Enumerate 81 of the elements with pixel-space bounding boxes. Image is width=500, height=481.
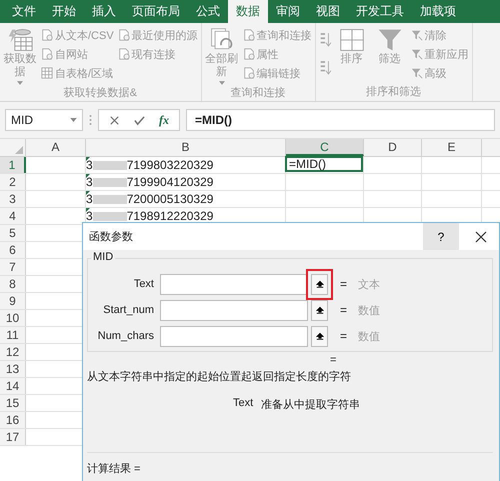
filter-icon: [376, 27, 403, 53]
table-cell-text: 3 7199803220329: [86, 157, 214, 173]
row-header[interactable]: 1: [0, 157, 26, 173]
upload-arrow-icon: [316, 306, 324, 314]
equals-sign: =: [340, 329, 348, 343]
row-header[interactable]: 17: [0, 429, 26, 445]
table-cell-text: 3 7200005130329: [86, 191, 214, 207]
document-icon: [118, 48, 130, 60]
table-cell-text: 3 7198912220329: [86, 208, 214, 224]
row-header[interactable]: 9: [0, 293, 26, 309]
document-icon: [118, 29, 130, 41]
redaction-mark: [92, 194, 127, 204]
row-header[interactable]: 2: [0, 174, 26, 190]
collapse-button[interactable]: [311, 326, 328, 346]
equals-sign: =: [340, 277, 348, 291]
group-label: 查询和连接: [230, 86, 287, 101]
document-icon: [242, 48, 255, 60]
row-header[interactable]: 10: [0, 310, 26, 326]
row-header[interactable]: 7: [0, 259, 26, 275]
funnel-icon: [410, 67, 423, 79]
function-description: 从文本字符串中指定的起始位置起返回指定长度的字符: [87, 370, 352, 384]
row-header[interactable]: 15: [0, 395, 26, 411]
equals-sign: =: [329, 354, 338, 366]
result-label: 计算结果 =: [87, 462, 142, 476]
group-label: 排序和筛选: [365, 84, 422, 100]
funnel-icon: [410, 29, 423, 41]
argument-label: Num_chars: [96, 330, 155, 342]
row-header[interactable]: 13: [0, 361, 26, 377]
collapse-button[interactable]: [311, 274, 328, 294]
upload-arrow-icon: [316, 280, 324, 288]
column-header[interactable]: E: [422, 139, 482, 156]
formula-field[interactable]: =MID(): [186, 109, 495, 131]
argument-type: 数值: [358, 304, 380, 318]
document-icon: [242, 29, 255, 41]
argument-label: Start_num: [102, 304, 155, 316]
row-header[interactable]: 6: [0, 242, 26, 258]
group-label: 获取转换数据&: [62, 86, 138, 101]
collapse-button[interactable]: [311, 300, 328, 320]
row-header[interactable]: 12: [0, 344, 26, 360]
active-cell[interactable]: =MID(): [285, 156, 363, 172]
table-icon: [41, 67, 53, 79]
column-header[interactable]: A: [26, 139, 86, 156]
column-header[interactable]: D: [364, 139, 422, 156]
document-icon: [41, 48, 53, 60]
help-button[interactable]: ?: [423, 223, 459, 250]
argument-name: Text: [233, 397, 254, 411]
row-header[interactable]: 14: [0, 378, 26, 394]
insert-function-button[interactable]: fx: [159, 112, 169, 128]
funnel-icon: [410, 48, 423, 60]
row-header[interactable]: 11: [0, 327, 26, 343]
row-header[interactable]: 4: [0, 208, 26, 224]
redaction-mark: [92, 178, 127, 186]
column-header[interactable]: C: [286, 139, 364, 156]
argument-type: 数值: [358, 330, 380, 344]
cancel-icon[interactable]: [109, 114, 120, 126]
caret-icon: [70, 118, 77, 122]
argument-field[interactable]: [160, 274, 308, 294]
row-header[interactable]: 16: [0, 412, 26, 428]
argument-field[interactable]: [160, 300, 308, 320]
argument-label: Text: [132, 278, 155, 290]
sort-grid-icon: [338, 27, 365, 53]
redaction-mark: [92, 212, 127, 220]
row-header[interactable]: 5: [0, 225, 26, 241]
redaction-mark: [92, 160, 127, 170]
close-icon[interactable]: [475, 230, 487, 242]
function-name: MID: [91, 251, 116, 263]
document-icon: [41, 29, 53, 41]
dialog-title: 函数参数: [88, 230, 134, 244]
upload-arrow-icon: [316, 332, 324, 340]
argument-type: 文本: [358, 278, 380, 292]
grip-icon: [89, 114, 92, 126]
equals-sign: =: [340, 303, 348, 317]
database-table-icon: [7, 27, 33, 53]
table-cell-text: 3 7199904120329: [86, 174, 214, 190]
argument-field[interactable]: [160, 326, 308, 346]
row-header[interactable]: 8: [0, 276, 26, 292]
document-icon: [242, 67, 255, 79]
name-box[interactable]: MID: [5, 109, 83, 131]
argument-description: 准备从中提取字符串: [261, 398, 360, 412]
check-icon[interactable]: [134, 114, 145, 126]
row-header[interactable]: 3: [0, 191, 26, 207]
